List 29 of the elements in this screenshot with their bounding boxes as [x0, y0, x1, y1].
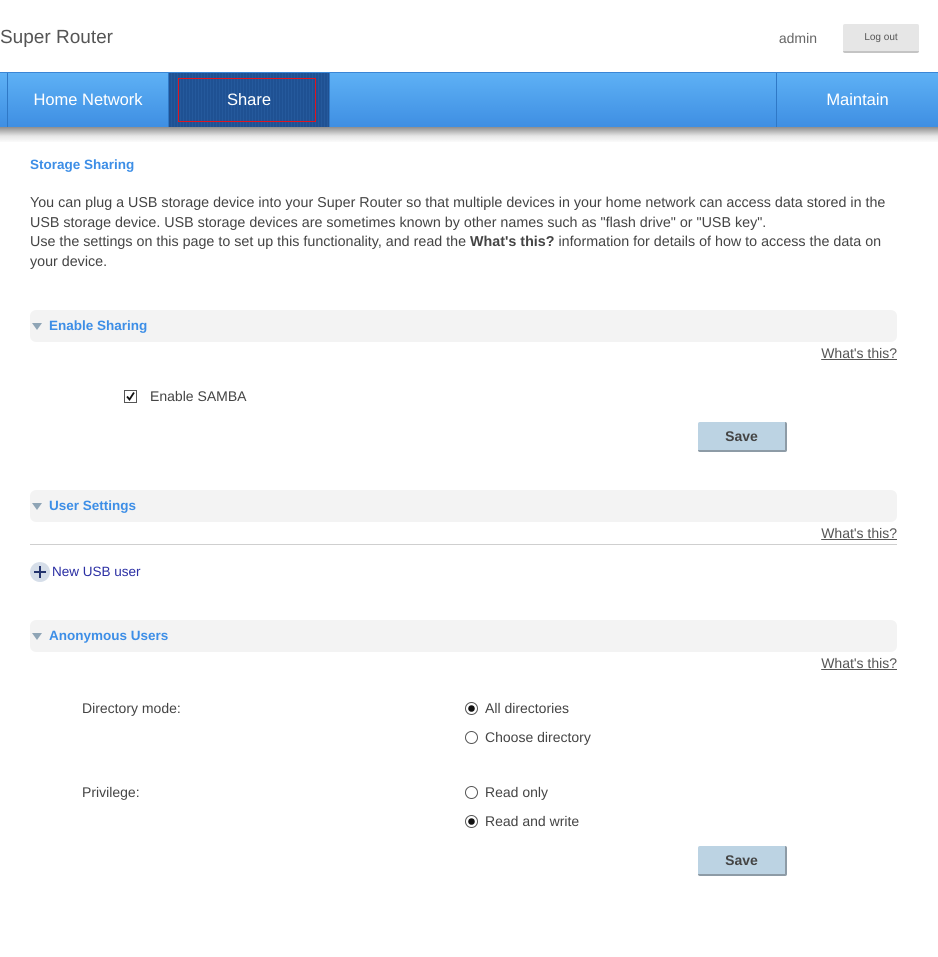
radio-label: Choose directory — [485, 728, 591, 747]
plus-icon — [30, 562, 50, 582]
checkbox-label: Enable SAMBA — [150, 386, 246, 406]
intro-text: You can plug a USB storage device into your Super Router so that multiple devices in your home network can access data stored in the USB storage device. USB storage devices are sometimes known by other names such as "flash drive" or "USB key". — [30, 194, 886, 232]
checkbox[interactable] — [124, 390, 137, 402]
help-link[interactable]: What's this? — [821, 345, 897, 361]
radio-label: Read and write — [485, 812, 580, 830]
help-link[interactable]: What's this? — [821, 525, 897, 541]
logout-button[interactable]: Log out — [843, 24, 919, 52]
radio-button[interactable] — [465, 814, 478, 828]
field-label: Directory mode: — [82, 700, 181, 716]
user-name: admin — [778, 30, 817, 46]
brand-name: Super Router — [0, 27, 114, 49]
intro-text: Use the settings on this page to set up this functionality, and read the What's this? information for details of how to access the data on your device. — [30, 233, 882, 272]
new-usb-user-link[interactable]: New USB user — [30, 562, 141, 582]
page-title: Storage Sharing — [30, 157, 136, 172]
radio-label: Read only — [485, 782, 548, 802]
field-label: Privilege: — [82, 784, 140, 800]
save-button[interactable]: Save — [698, 422, 787, 452]
section-title: Anonymous Users — [49, 626, 168, 645]
radio-button[interactable] — [465, 702, 478, 714]
section-title: Enable Sharing — [49, 316, 148, 335]
radio-label: All directories — [485, 698, 570, 718]
radio-button[interactable] — [465, 786, 478, 798]
section-title: User Settings — [49, 496, 136, 515]
save-button[interactable]: Save — [698, 846, 787, 876]
nav-tab[interactable]: Share — [169, 73, 330, 127]
help-link[interactable]: What's this? — [821, 655, 897, 671]
radio-button[interactable] — [465, 730, 478, 744]
